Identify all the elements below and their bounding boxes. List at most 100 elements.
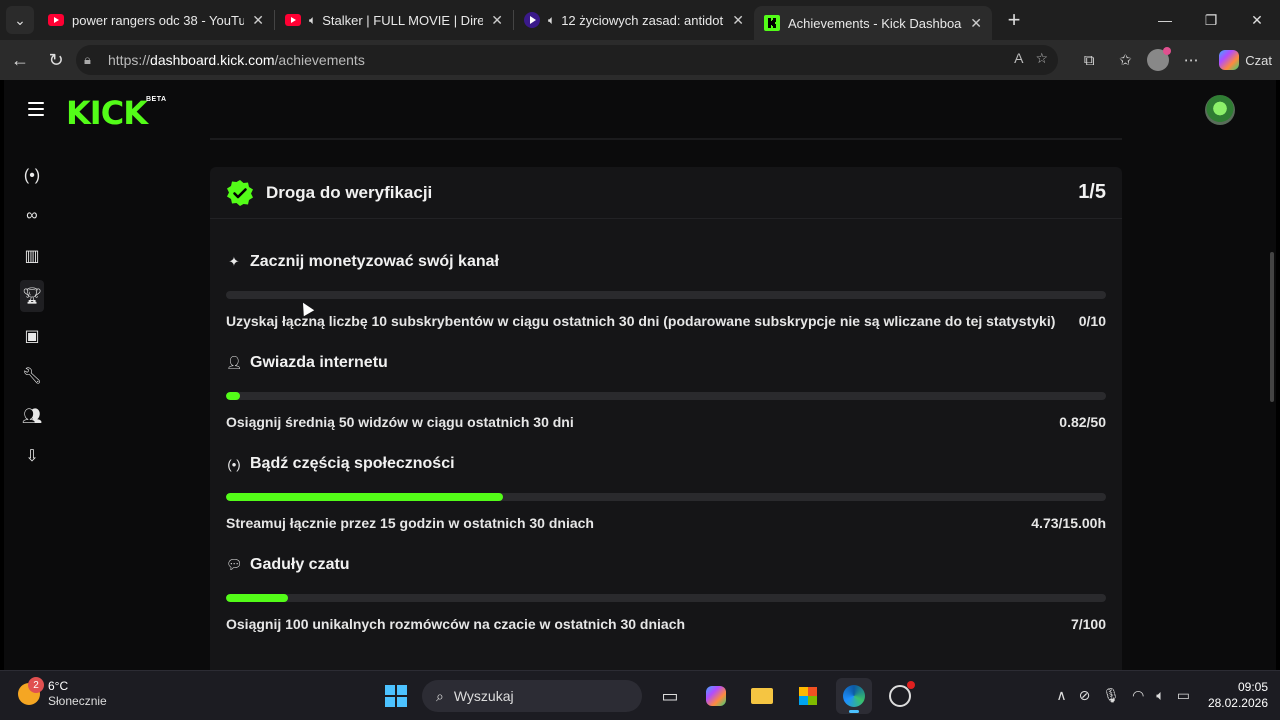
read-aloud-icon[interactable]: A [1014,50,1023,67]
browser-toolbar: ← ↻ 🔒︎ https://dashboard.kick.com/achiev… [0,40,1280,80]
hamburger-menu-icon[interactable] [28,102,44,116]
chevron-up-icon[interactable]: ∧ [1056,687,1066,704]
more-menu-icon[interactable]: ⋯ [1177,46,1205,74]
achievement-title: Zacznij monetyzować swój kanał [250,253,499,270]
speaker-icon[interactable]: 🔈︎ [548,13,555,28]
profile-avatar[interactable] [1147,47,1172,71]
favorite-star-icon[interactable]: ☆ [1035,50,1048,67]
card-header: Droga do weryfikacji 1/5 [210,167,1122,219]
url-host: dashboard.kick.com [150,52,275,68]
play-icon [524,12,540,28]
favorites-icon[interactable]: ✩ [1111,46,1139,74]
wifi-icon[interactable]: ◠ [1132,687,1144,704]
tab-title: Achievements - Kick Dashboard [788,15,963,31]
close-icon[interactable]: ✕ [970,15,982,32]
close-icon[interactable]: ✕ [252,12,264,29]
card-title: Droga do weryfikacji [266,182,433,202]
file-explorer-icon[interactable] [744,678,780,714]
address-bar[interactable]: 🔒︎ https://dashboard.kick.com/achievemen… [76,45,1058,75]
youtube-icon [48,12,64,28]
achievement-description: Streamuj łącznie przez 15 godzin w ostat… [226,515,594,531]
browser-tab-2[interactable]: 🔈︎ Stalker | FULL MOVIE | Directe ✕ [275,0,513,40]
achievement-title: Gaduły czatu [250,556,350,573]
kick-logo[interactable]: KICK [66,94,148,132]
copilot-chat-button[interactable]: Czat [1219,50,1272,70]
windows-taskbar: 2 6°C Słonecznie ⌕ Wyszukaj ▭ ∧ ⊘ 🎙︎ ◠ 🔈… [0,670,1280,720]
browser-tab-1[interactable]: power rangers odc 38 - YouTube ✕ [38,0,274,40]
tab-title: 12 życiowych zasad: antidotun [561,12,725,28]
upload-icon[interactable]: ⇩ [20,440,44,472]
video-icon[interactable]: ▣ [20,320,44,352]
speaker-icon[interactable]: 🔈︎ [309,13,316,28]
volume-icon[interactable]: 🔈︎ [1156,687,1164,704]
taskbar-search[interactable]: ⌕ Wyszukaj [422,680,642,712]
progress-fill [226,493,504,501]
close-icon[interactable]: ✕ [491,12,503,29]
achievement-description: Uzyskaj łączną liczbę 10 subskrybentów w… [226,313,1056,329]
progress-fill [226,392,240,400]
close-window-icon[interactable]: ✕ [1234,0,1280,40]
page-scrollbar[interactable] [1268,80,1276,670]
system-tray: ∧ ⊘ 🎙︎ ◠ 🔈︎ ▭ 09:05 28.02.2026 [1056,679,1268,711]
window-controls: — ❐ ✕ [1142,0,1280,40]
weather-badge: 2 [28,677,44,693]
weather-desc: Słonecznie [48,694,107,708]
link-icon[interactable]: ∞ [20,200,44,232]
browser-tab-3[interactable]: 🔈︎ 12 życiowych zasad: antidotun ✕ [514,0,754,40]
broadcast-icon[interactable]: (•) [20,160,44,192]
star-person-icon: 👤︎ [226,355,243,370]
extensions-icon[interactable]: ⧉ [1075,46,1103,74]
obs-icon[interactable] [882,678,918,714]
progress-bar [226,594,1106,602]
achievement-value: 7/100 [1070,616,1106,632]
progress-fill [226,594,288,602]
verification-card: Droga do weryfikacji 1/5 ✦ Zacznij monet… [210,167,1122,670]
clock[interactable]: 09:05 28.02.2026 [1208,679,1268,711]
clock-date: 28.02.2026 [1207,696,1268,710]
chart-icon[interactable]: ▥ [20,240,44,272]
restore-icon[interactable]: ❐ [1188,0,1234,40]
achievement-item: 👤︎ Gwiazda internetu Osiągnij średnią 50… [226,352,1106,430]
verified-badge-icon [226,179,254,207]
new-tab-button[interactable]: + [1000,6,1028,34]
reload-icon[interactable]: ↻ [40,44,72,76]
achievement-value: 0/10 [1078,313,1106,329]
kick-icon [764,15,780,31]
chat-bubble-icon: 💬︎ [226,557,243,572]
sidebar-nav: (•) ∞ ▥ 🏆︎ ▣ 🔧︎ 👥︎ ⇩ [20,160,44,480]
wrench-icon[interactable]: 🔧︎ [20,360,44,392]
tab-title: Stalker | FULL MOVIE | Directe [322,12,484,28]
search-icon: ⌕ [436,687,444,704]
achievement-value: 0.82/50 [1059,414,1106,430]
tab-title: power rangers odc 38 - YouTube [72,12,245,28]
back-arrow-icon[interactable]: ← [4,44,36,76]
achievement-value: 4.73/15.00h [1031,515,1106,531]
progress-bar [226,291,1106,299]
windows-start-icon[interactable] [380,680,412,712]
store-icon[interactable] [790,678,826,714]
lock-icon[interactable]: 🔒︎ [84,52,104,68]
browser-tab-active[interactable]: Achievements - Kick Dashboard ✕ [754,6,992,40]
user-avatar[interactable] [1205,95,1235,125]
minimize-icon[interactable]: — [1142,0,1188,40]
trophy-icon[interactable]: 🏆︎ [20,280,44,312]
users-icon[interactable]: 👥︎ [20,400,44,432]
microphone-icon[interactable]: 🎙︎ [1102,687,1120,704]
achievement-description: Osiągnij 100 unikalnych rozmówców na cza… [226,616,686,632]
copilot-icon[interactable] [698,678,734,714]
beta-badge: BETA [146,96,167,103]
broadcast-icon: (•) [227,456,241,472]
task-view-icon[interactable]: ▭ [652,678,688,714]
scroll-thumb[interactable] [1270,252,1274,402]
weather-temp: 6°C [48,679,69,693]
youtube-icon [285,12,301,28]
edge-browser-icon[interactable] [836,678,872,714]
weather-widget[interactable]: 2 6°C Słonecznie [18,677,107,709]
network-off-icon[interactable]: ⊘ [1079,687,1091,704]
sun-icon: 2 [18,677,44,705]
kick-dashboard-page: KICK BETA (•) ∞ ▥ 🏆︎ ▣ 🔧︎ 👥︎ ⇩ Droga do … [4,80,1276,670]
close-icon[interactable]: ✕ [732,12,744,29]
achievement-title: Bądź częścią społeczności [250,455,455,472]
tab-actions-menu-button[interactable]: ⌄ [6,6,34,34]
battery-icon[interactable]: ▭ [1177,687,1190,704]
